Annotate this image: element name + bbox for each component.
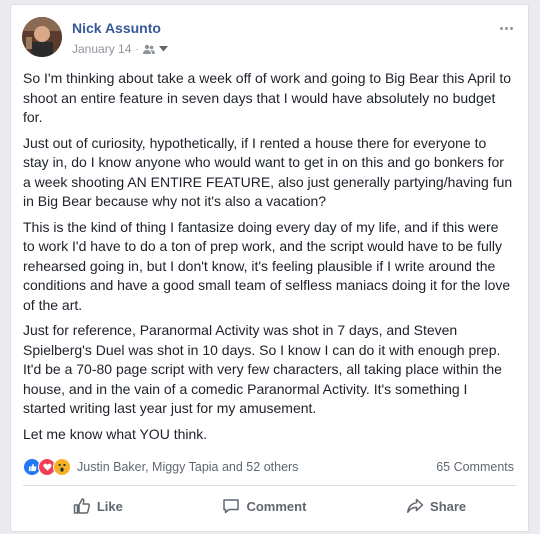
post-paragraph: So I'm thinking about take a week off of… <box>23 70 512 125</box>
comments-count[interactable]: 65 Comments <box>436 460 514 474</box>
separator-dot: · <box>135 43 139 55</box>
post-paragraph: Just out of curiosity, hypothetically, i… <box>23 134 513 210</box>
post-body: So I'm thinking about take a week off of… <box>23 69 514 450</box>
audience-friends-icon[interactable] <box>142 44 155 55</box>
more-options-icon[interactable] <box>496 21 516 35</box>
chevron-down-icon[interactable] <box>158 46 168 52</box>
post-date[interactable]: January 14 <box>72 42 131 56</box>
avatar[interactable] <box>22 17 62 57</box>
reactions-bar: Justin Baker, Miggy Tapia and 52 others … <box>23 457 514 477</box>
like-button[interactable]: Like <box>63 491 133 521</box>
post-card: Nick Assunto January 14 · So I'm thinkin… <box>10 4 529 532</box>
comment-button[interactable]: Comment <box>212 491 316 521</box>
comment-icon <box>222 497 240 515</box>
author-name[interactable]: Nick Assunto <box>72 20 161 36</box>
post-paragraph: This is the kind of thing I fantasize do… <box>23 218 511 313</box>
share-label: Share <box>430 498 467 514</box>
post-paragraph: Just for reference, Paranormal Activity … <box>23 322 502 416</box>
action-bar: Like Comment Share <box>23 489 516 523</box>
post-paragraph: Let me know what YOU think. <box>23 425 208 442</box>
wow-reaction-icon <box>53 458 71 476</box>
share-button[interactable]: Share <box>396 491 476 521</box>
divider <box>23 485 516 486</box>
comment-label: Comment <box>246 498 307 514</box>
like-label: Like <box>96 498 123 514</box>
reaction-icons[interactable] <box>23 458 71 476</box>
reaction-summary[interactable]: Justin Baker, Miggy Tapia and 52 others <box>77 460 298 474</box>
share-icon <box>406 497 424 515</box>
thumbs-up-icon <box>73 497 91 515</box>
post-meta: January 14 · <box>72 42 168 56</box>
